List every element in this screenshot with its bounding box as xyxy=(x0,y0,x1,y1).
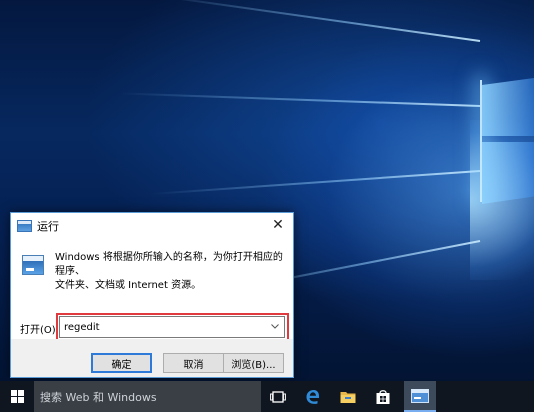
run-app-icon xyxy=(411,389,429,403)
run-description-line: Windows 将根据你所输入的名称，为你打开相应的程序、 xyxy=(55,252,283,277)
taskbar-run-button[interactable] xyxy=(404,381,436,412)
task-view-button[interactable] xyxy=(263,381,293,412)
task-view-icon xyxy=(270,390,286,403)
wallpaper-light-beam xyxy=(150,170,481,196)
open-input[interactable]: regedit xyxy=(60,322,268,333)
close-button[interactable]: ✕ xyxy=(269,216,287,234)
store-button[interactable] xyxy=(368,381,398,412)
ok-button[interactable]: 确定 xyxy=(91,353,152,373)
file-explorer-button[interactable] xyxy=(333,381,363,412)
browse-button[interactable]: 浏览(B)... xyxy=(223,353,284,373)
run-dialog: 运行 ✕ Windows 将根据你所输入的名称，为你打开相应的程序、 文件夹、文… xyxy=(10,212,294,378)
open-label: 打开(O): xyxy=(20,325,60,336)
wallpaper-window-pane xyxy=(482,78,534,136)
start-button[interactable] xyxy=(0,381,34,412)
wallpaper-light-beam xyxy=(153,0,481,42)
edge-button[interactable] xyxy=(298,381,328,412)
store-icon xyxy=(376,389,390,404)
cancel-button[interactable]: 取消 xyxy=(163,353,224,373)
wallpaper-window-edge xyxy=(480,80,482,202)
chevron-down-icon[interactable] xyxy=(268,322,282,332)
taskbar-search-box[interactable]: 搜索 Web 和 Windows xyxy=(34,381,261,412)
wallpaper-light-beam xyxy=(120,92,481,107)
open-combobox[interactable]: regedit xyxy=(59,316,285,338)
run-dialog-title: 运行 xyxy=(37,220,59,233)
windows-logo-icon xyxy=(10,390,24,403)
run-app-icon xyxy=(17,220,32,232)
run-dialog-body: Windows 将根据你所输入的名称，为你打开相应的程序、 文件夹、文档或 In… xyxy=(11,239,293,342)
file-explorer-icon xyxy=(340,391,356,403)
wallpaper-window-pane xyxy=(482,142,534,204)
run-description-line: 文件夹、文档或 Internet 资源。 xyxy=(55,280,202,291)
run-dialog-footer: 确定 取消 浏览(B)... xyxy=(11,339,293,377)
run-app-icon xyxy=(22,255,44,275)
edge-icon xyxy=(306,389,320,404)
run-dialog-titlebar[interactable]: 运行 ✕ xyxy=(11,213,293,239)
taskbar-search-placeholder: 搜索 Web 和 Windows xyxy=(40,390,157,404)
close-icon: ✕ xyxy=(272,217,284,233)
run-description: Windows 将根据你所输入的名称，为你打开相应的程序、 文件夹、文档或 In… xyxy=(55,251,287,293)
